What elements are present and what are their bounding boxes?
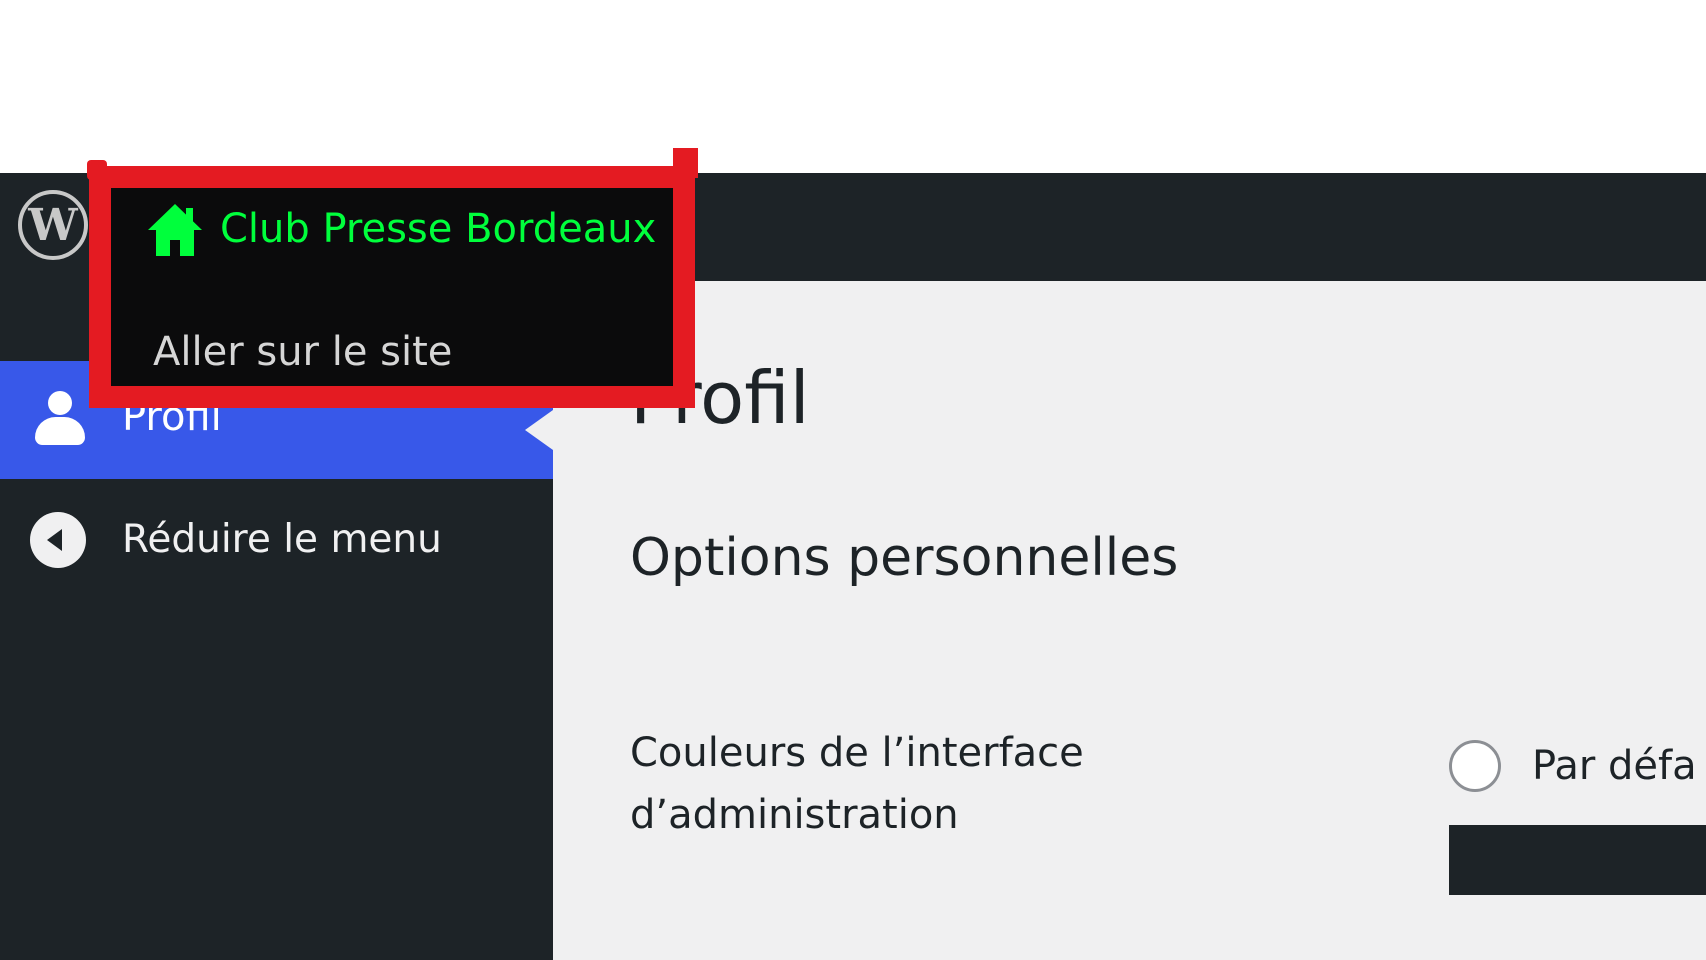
- page-top-background: [0, 0, 1706, 173]
- active-menu-pointer: [525, 410, 553, 450]
- wordpress-logo-icon[interactable]: W: [18, 190, 88, 260]
- admin-color-default-label[interactable]: Par défa: [1532, 746, 1697, 786]
- sidebar-item-collapse-menu[interactable]: Réduire le menu: [0, 504, 553, 576]
- site-name-label: Club Presse Bordeaux: [220, 206, 657, 252]
- visit-site-link[interactable]: Aller sur le site: [153, 332, 452, 372]
- site-name-link[interactable]: Club Presse Bordeaux: [146, 200, 656, 258]
- sidebar-item-label: Réduire le menu: [122, 517, 442, 562]
- wordpress-logo-glyph: W: [28, 200, 78, 251]
- collapse-arrow-icon: [30, 512, 86, 568]
- home-icon: [148, 204, 202, 256]
- admin-color-default-radio[interactable]: [1449, 740, 1501, 792]
- highlight-corner: [673, 148, 698, 178]
- admin-color-label: Couleurs de l’interface d’administration: [630, 730, 1084, 838]
- admin-color-default-swatch[interactable]: [1449, 825, 1706, 895]
- user-icon: [33, 391, 87, 449]
- section-title: Options personnelles: [630, 528, 1179, 588]
